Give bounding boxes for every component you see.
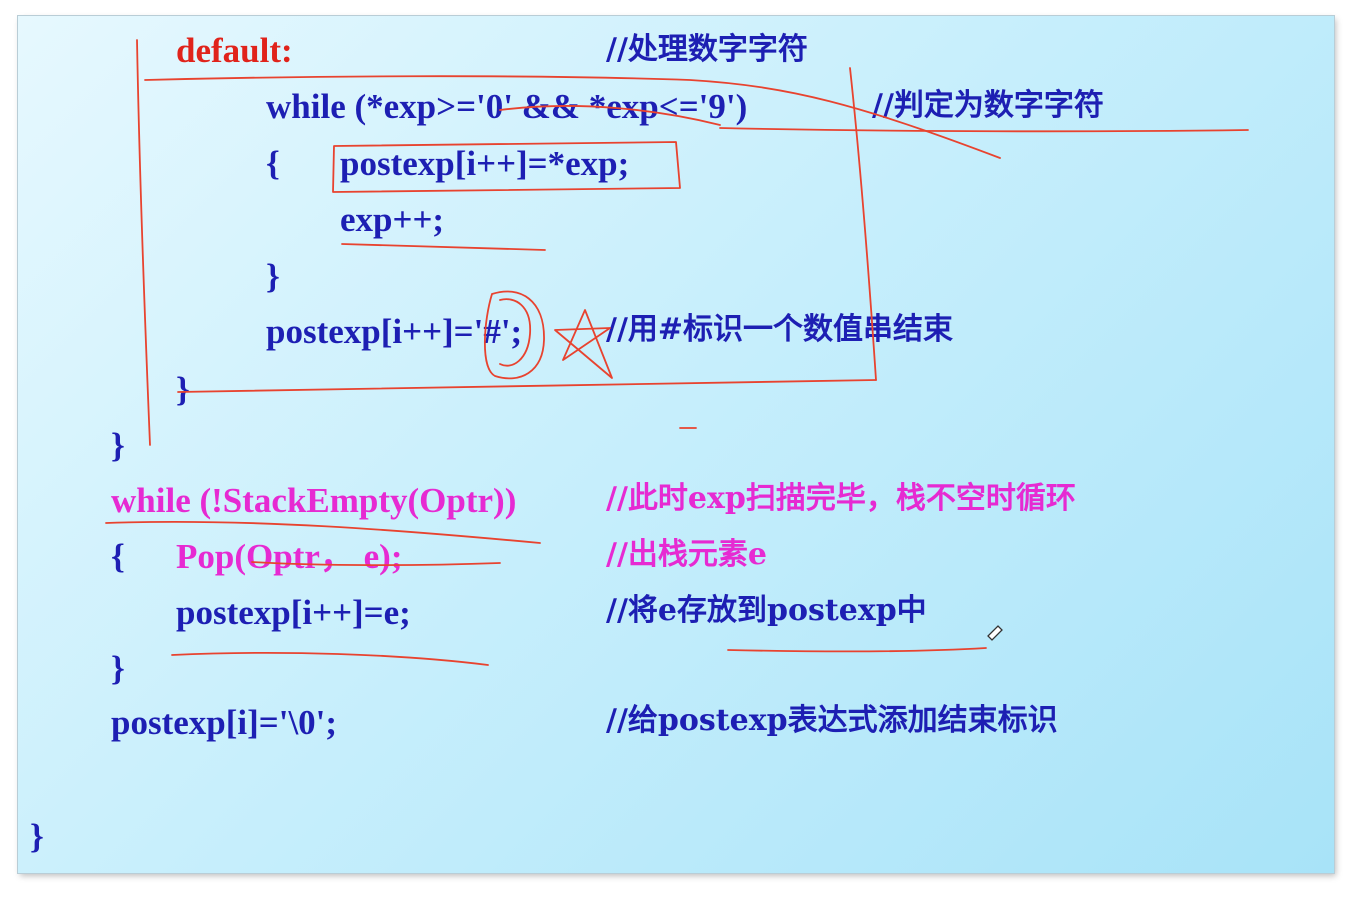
code-brace-close-3: } bbox=[111, 426, 125, 465]
comment-end: //给postexp表达式添加结束标识 bbox=[606, 703, 1058, 738]
code-brace-close-4: } bbox=[111, 649, 125, 688]
comment-pop: //出栈元素e bbox=[606, 537, 768, 572]
code-brace-close-5: } bbox=[30, 817, 44, 856]
comment-while-stack: //此时exp扫描完毕，栈不空时循环 bbox=[606, 481, 1076, 516]
code-pop-call: Pop(Optr， e); bbox=[176, 537, 403, 576]
code-brace-close-1: } bbox=[266, 257, 280, 296]
code-while-stack: while (!StackEmpty(Optr)) bbox=[111, 481, 517, 520]
comment-hash: //用#标识一个数值串结束 bbox=[606, 312, 954, 347]
comment-while-digit: //判定为数字字符 bbox=[872, 88, 1104, 123]
slide-panel bbox=[18, 16, 1334, 873]
code-assign-end: postexp[i]='\0'; bbox=[111, 703, 338, 742]
code-brace-open-1: { bbox=[266, 144, 280, 183]
comment-default: //处理数字字符 bbox=[606, 32, 808, 67]
comment-assign-e: //将e存放到postexp中 bbox=[606, 593, 927, 628]
code-while-digit: while (*exp>='0' && *exp<='9') bbox=[266, 87, 748, 126]
code-brace-open-2: { bbox=[111, 537, 125, 576]
code-brace-close-2: } bbox=[176, 370, 190, 409]
code-assign-e: postexp[i++]=e; bbox=[176, 593, 411, 632]
code-exp-inc: exp++; bbox=[340, 200, 445, 239]
code-assign-hash: postexp[i++]='#'; bbox=[266, 312, 523, 351]
code-default-label: default: bbox=[176, 31, 293, 70]
code-assign-exp: postexp[i++]=*exp; bbox=[340, 144, 630, 183]
